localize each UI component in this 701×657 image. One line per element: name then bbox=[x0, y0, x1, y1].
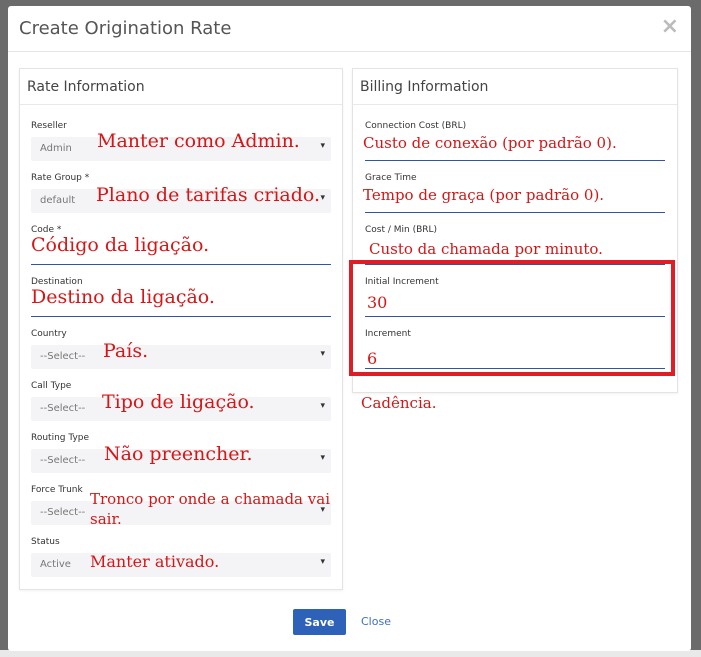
chevron-down-icon: ▾ bbox=[320, 557, 325, 567]
cost-min-annotation: Custo da chamada por minuto. bbox=[369, 240, 603, 258]
status-value: Active bbox=[40, 559, 71, 570]
destination-input[interactable] bbox=[31, 316, 331, 317]
close-button[interactable]: Close bbox=[361, 615, 391, 628]
country-value: --Select-- bbox=[40, 351, 86, 362]
call-type-value: --Select-- bbox=[40, 403, 86, 414]
rate-group-annotation: Plano de tarifas criado. bbox=[96, 184, 321, 206]
chevron-down-icon: ▾ bbox=[320, 193, 325, 203]
rate-group-value: default bbox=[40, 195, 76, 206]
modal-title: Create Origination Rate bbox=[19, 18, 232, 39]
grace-time-input[interactable] bbox=[365, 212, 665, 213]
cadence-annotation: Cadência. bbox=[361, 394, 437, 412]
cost-min-label: Cost / Min (BRL) bbox=[365, 225, 438, 235]
code-input[interactable] bbox=[31, 264, 331, 265]
force-trunk-annotation-line1: Tronco por onde a chamada vai bbox=[90, 490, 330, 508]
routing-type-annotation: Não preencher. bbox=[104, 443, 253, 465]
code-annotation: Código da ligação. bbox=[31, 234, 210, 256]
status-annotation: Manter ativado. bbox=[90, 552, 220, 571]
force-trunk-label: Force Trunk bbox=[31, 485, 83, 495]
grace-time-label: Grace Time bbox=[365, 173, 417, 183]
grace-time-annotation: Tempo de graça (por padrão 0). bbox=[363, 186, 605, 204]
destination-annotation: Destino da ligação. bbox=[31, 286, 215, 308]
force-trunk-value: --Select-- bbox=[40, 507, 86, 518]
country-annotation: País. bbox=[103, 340, 149, 362]
routing-type-value: --Select-- bbox=[40, 455, 86, 466]
reseller-annotation: Manter como Admin. bbox=[97, 130, 300, 152]
chevron-down-icon: ▾ bbox=[320, 453, 325, 463]
connection-cost-label: Connection Cost (BRL) bbox=[365, 121, 467, 131]
billing-information-title: Billing Information bbox=[353, 69, 677, 105]
modal-header: Create Origination Rate × bbox=[8, 6, 691, 52]
call-type-label: Call Type bbox=[31, 381, 72, 391]
status-label: Status bbox=[31, 537, 60, 547]
rate-information-title: Rate Information bbox=[20, 69, 342, 105]
reseller-value: Admin bbox=[40, 143, 72, 154]
rate-group-label: Rate Group * bbox=[31, 173, 90, 183]
background-page-strip bbox=[0, 650, 701, 657]
connection-cost-annotation: Custo de conexão (por padrão 0). bbox=[363, 134, 617, 152]
routing-type-label: Routing Type bbox=[31, 433, 90, 443]
close-icon[interactable]: × bbox=[661, 14, 679, 39]
chevron-down-icon: ▾ bbox=[320, 401, 325, 411]
country-select[interactable]: --Select-- ▾ bbox=[31, 345, 331, 369]
force-trunk-annotation-line2: sair. bbox=[90, 510, 122, 528]
connection-cost-input[interactable] bbox=[365, 160, 665, 161]
save-button[interactable]: Save bbox=[293, 609, 346, 635]
call-type-annotation: Tipo de ligação. bbox=[102, 391, 255, 413]
reseller-label: Reseller bbox=[31, 121, 67, 131]
chevron-down-icon: ▾ bbox=[320, 349, 325, 359]
country-label: Country bbox=[31, 329, 67, 339]
chevron-down-icon: ▾ bbox=[320, 141, 325, 151]
increment-highlight-box bbox=[349, 260, 675, 376]
